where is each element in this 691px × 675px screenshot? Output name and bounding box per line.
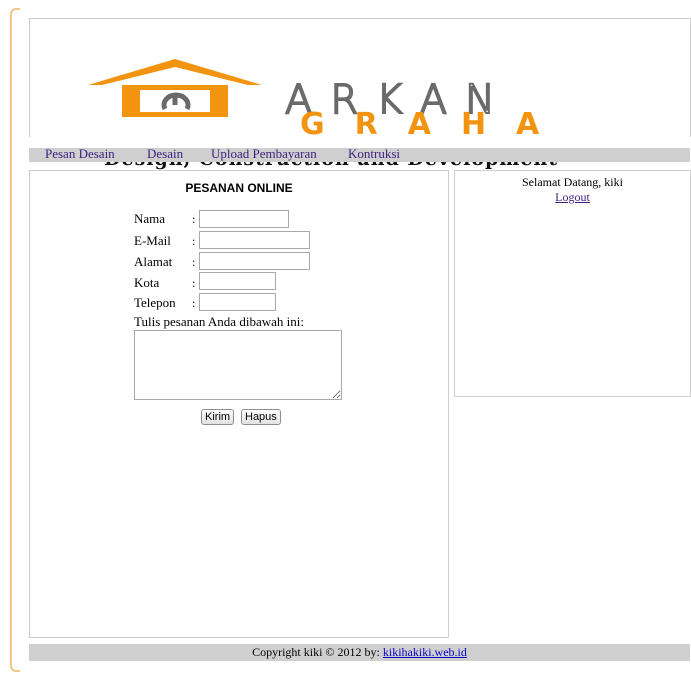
- order-form-panel: PESANAN ONLINE Nama : E-Mail : Alamat : …: [29, 170, 449, 638]
- main-nav: Pesan Desain Desain Upload Pembayaran Ko…: [29, 146, 690, 162]
- site-header: ARKAN GRAHA Design, Construction and Dev…: [29, 18, 691, 170]
- email-input[interactable]: [199, 231, 310, 249]
- brand-logo: ARKAN GRAHA Design, Construction and Dev…: [70, 57, 670, 170]
- footer-site-link[interactable]: kikihakiki.web.id: [383, 645, 467, 659]
- nav-item-kontruksi[interactable]: Kontruksi: [348, 146, 400, 162]
- label-alamat: Alamat: [134, 254, 173, 269]
- nama-input[interactable]: [199, 210, 289, 228]
- copyright-text: Copyright kiki © 2012 by:: [252, 645, 383, 659]
- nav-item-pesan-desain[interactable]: Pesan Desain: [45, 146, 115, 162]
- hapus-button[interactable]: Hapus: [241, 409, 281, 425]
- alamat-input[interactable]: [199, 252, 310, 270]
- colon: :: [192, 296, 196, 310]
- colon: :: [192, 234, 196, 248]
- nav-item-upload-pembayaran[interactable]: Upload Pembayaran: [211, 146, 317, 162]
- nav-item-desain[interactable]: Desain: [147, 146, 183, 162]
- label-telepon: Telepon: [134, 295, 176, 310]
- colon: :: [192, 276, 196, 290]
- label-kota: Kota: [134, 275, 160, 290]
- colon: :: [192, 212, 196, 226]
- message-label: Tulis pesanan Anda dibawah ini:: [134, 314, 304, 329]
- telepon-input[interactable]: [199, 293, 276, 311]
- house-logo-icon: [88, 59, 262, 117]
- kirim-button[interactable]: Kirim: [201, 409, 235, 425]
- kota-input[interactable]: [199, 272, 276, 290]
- label-email: E-Mail: [134, 233, 171, 248]
- message-textarea[interactable]: [134, 330, 342, 400]
- welcome-text: Selamat Datang, kiki: [522, 175, 623, 189]
- user-sidebar: Selamat Datang, kiki Logout: [454, 170, 691, 397]
- logout-link[interactable]: Logout: [555, 190, 590, 204]
- form-title: PESANAN ONLINE: [185, 181, 293, 195]
- brand-name-bottom: GRAHA: [300, 107, 570, 142]
- page-border-decoration: [10, 8, 20, 672]
- colon: :: [192, 255, 196, 269]
- label-nama: Nama: [134, 211, 166, 226]
- site-footer: Copyright kiki © 2012 by: kikihakiki.web…: [29, 644, 690, 661]
